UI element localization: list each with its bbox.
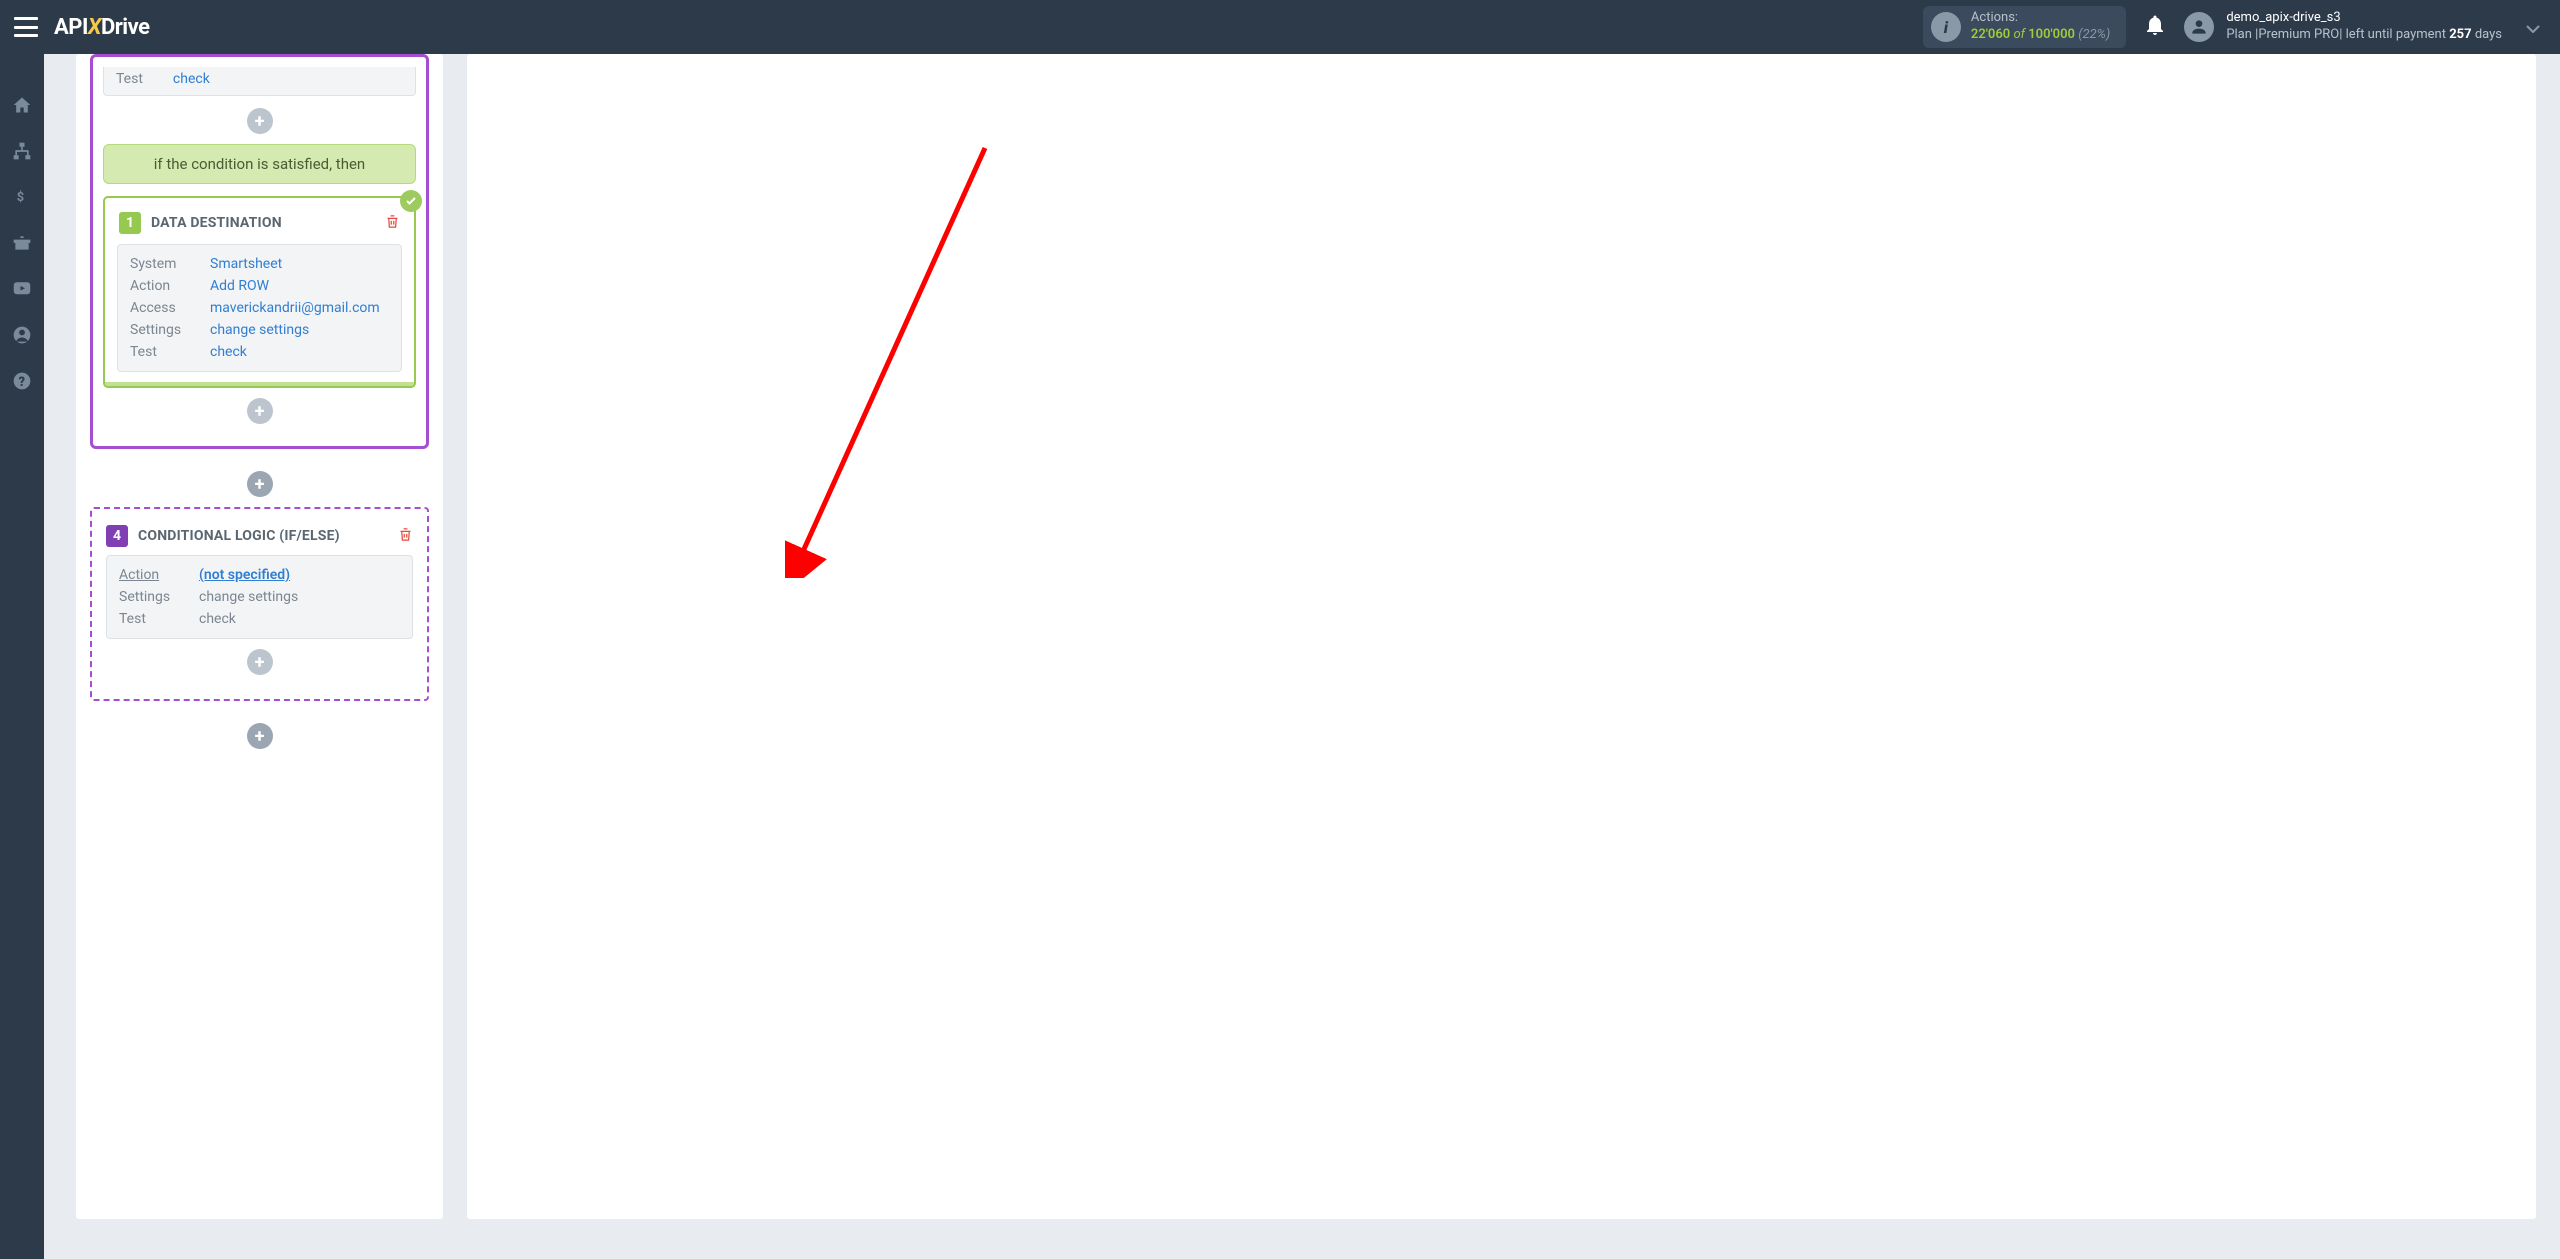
settings-link[interactable]: change settings: [210, 322, 389, 338]
sitemap-icon[interactable]: [11, 140, 33, 162]
menu-toggle[interactable]: [14, 17, 38, 37]
condition-group-card: Test check + if the condition is satisfi…: [90, 54, 429, 449]
condition-label: if the condition is satisfied, then: [103, 144, 416, 184]
step-number-badge: 1: [119, 212, 141, 234]
app-header: APIXDrive i Actions: 22'060 of 100'000 (…: [0, 0, 2560, 54]
row-label: Test: [116, 71, 143, 87]
test-link[interactable]: check: [199, 611, 400, 627]
field-label: Test: [130, 344, 210, 360]
destination-fields: System Smartsheet Action Add ROW Access …: [117, 244, 402, 372]
help-icon[interactable]: ?: [11, 370, 33, 392]
delete-button[interactable]: [385, 213, 400, 234]
add-step-button[interactable]: +: [247, 649, 273, 675]
flow-panel: Test check + if the condition is satisfi…: [76, 54, 443, 1219]
dollar-icon[interactable]: $: [11, 186, 33, 208]
delete-button[interactable]: [398, 526, 413, 547]
annotation-arrow: [785, 138, 1005, 578]
detail-panel: [467, 54, 2536, 1219]
check-link[interactable]: check: [173, 71, 210, 87]
actions-current: 22'060: [1971, 27, 2010, 42]
actions-label: Actions:: [1971, 10, 2110, 27]
notifications-icon[interactable]: [2146, 15, 2164, 39]
system-link[interactable]: Smartsheet: [210, 256, 389, 272]
home-icon[interactable]: [11, 94, 33, 116]
main-content: Test check + if the condition is satisfi…: [44, 54, 2560, 1259]
field-label: Test: [119, 611, 199, 627]
youtube-icon[interactable]: [11, 278, 33, 300]
add-step-button[interactable]: +: [247, 108, 273, 134]
user-menu[interactable]: demo_apix-drive_s3 Plan |Premium PRO| le…: [2184, 10, 2540, 44]
briefcase-icon[interactable]: [11, 232, 33, 254]
field-label: Action: [130, 278, 210, 294]
field-label: System: [130, 256, 210, 272]
add-step-button[interactable]: +: [247, 398, 273, 424]
user-name: demo_apix-drive_s3: [2226, 10, 2502, 27]
add-group-button[interactable]: +: [247, 723, 273, 749]
svg-text:$: $: [17, 190, 24, 205]
logo-api: API: [54, 15, 88, 40]
field-label: Access: [130, 300, 210, 316]
logo-x: X: [88, 15, 101, 40]
conditional-fields: Action (not specified) Settings change s…: [106, 555, 413, 639]
add-group-button[interactable]: +: [247, 471, 273, 497]
field-label: Settings: [119, 589, 199, 605]
data-destination-card[interactable]: 1 DATA DESTINATION System Smartsheet: [103, 196, 416, 388]
access-link[interactable]: maverickandrii@gmail.com: [210, 300, 389, 316]
actions-counter[interactable]: i Actions: 22'060 of 100'000 (22%): [1923, 6, 2126, 48]
avatar-icon: [2184, 12, 2214, 42]
chevron-down-icon: [2526, 18, 2540, 37]
field-label: Settings: [130, 322, 210, 338]
settings-link[interactable]: change settings: [199, 589, 400, 605]
info-icon: i: [1931, 12, 1961, 42]
step-number-badge: 4: [106, 525, 128, 547]
conditional-logic-card[interactable]: 4 CONDITIONAL LOGIC (IF/ELSE) Action (no…: [90, 507, 429, 701]
card-title: DATA DESTINATION: [151, 215, 282, 231]
user-icon[interactable]: [11, 324, 33, 346]
partial-test-row: Test check: [103, 67, 416, 96]
actions-pct: (22%): [2078, 27, 2110, 42]
user-plan: Plan |Premium PRO| left until payment 25…: [2226, 27, 2502, 44]
check-badge-icon: [400, 190, 422, 212]
card-title: CONDITIONAL LOGIC (IF/ELSE): [138, 528, 340, 544]
action-not-specified-link[interactable]: (not specified): [199, 567, 400, 583]
actions-total: 100'000: [2028, 27, 2075, 42]
logo[interactable]: APIXDrive: [54, 15, 150, 40]
action-link[interactable]: Add ROW: [210, 278, 389, 294]
svg-text:?: ?: [19, 375, 25, 390]
logo-drive: Drive: [101, 15, 150, 40]
actions-of: of: [2013, 27, 2025, 42]
sidebar: $ ?: [0, 54, 44, 1259]
field-label: Action: [119, 567, 199, 583]
test-link[interactable]: check: [210, 344, 389, 360]
